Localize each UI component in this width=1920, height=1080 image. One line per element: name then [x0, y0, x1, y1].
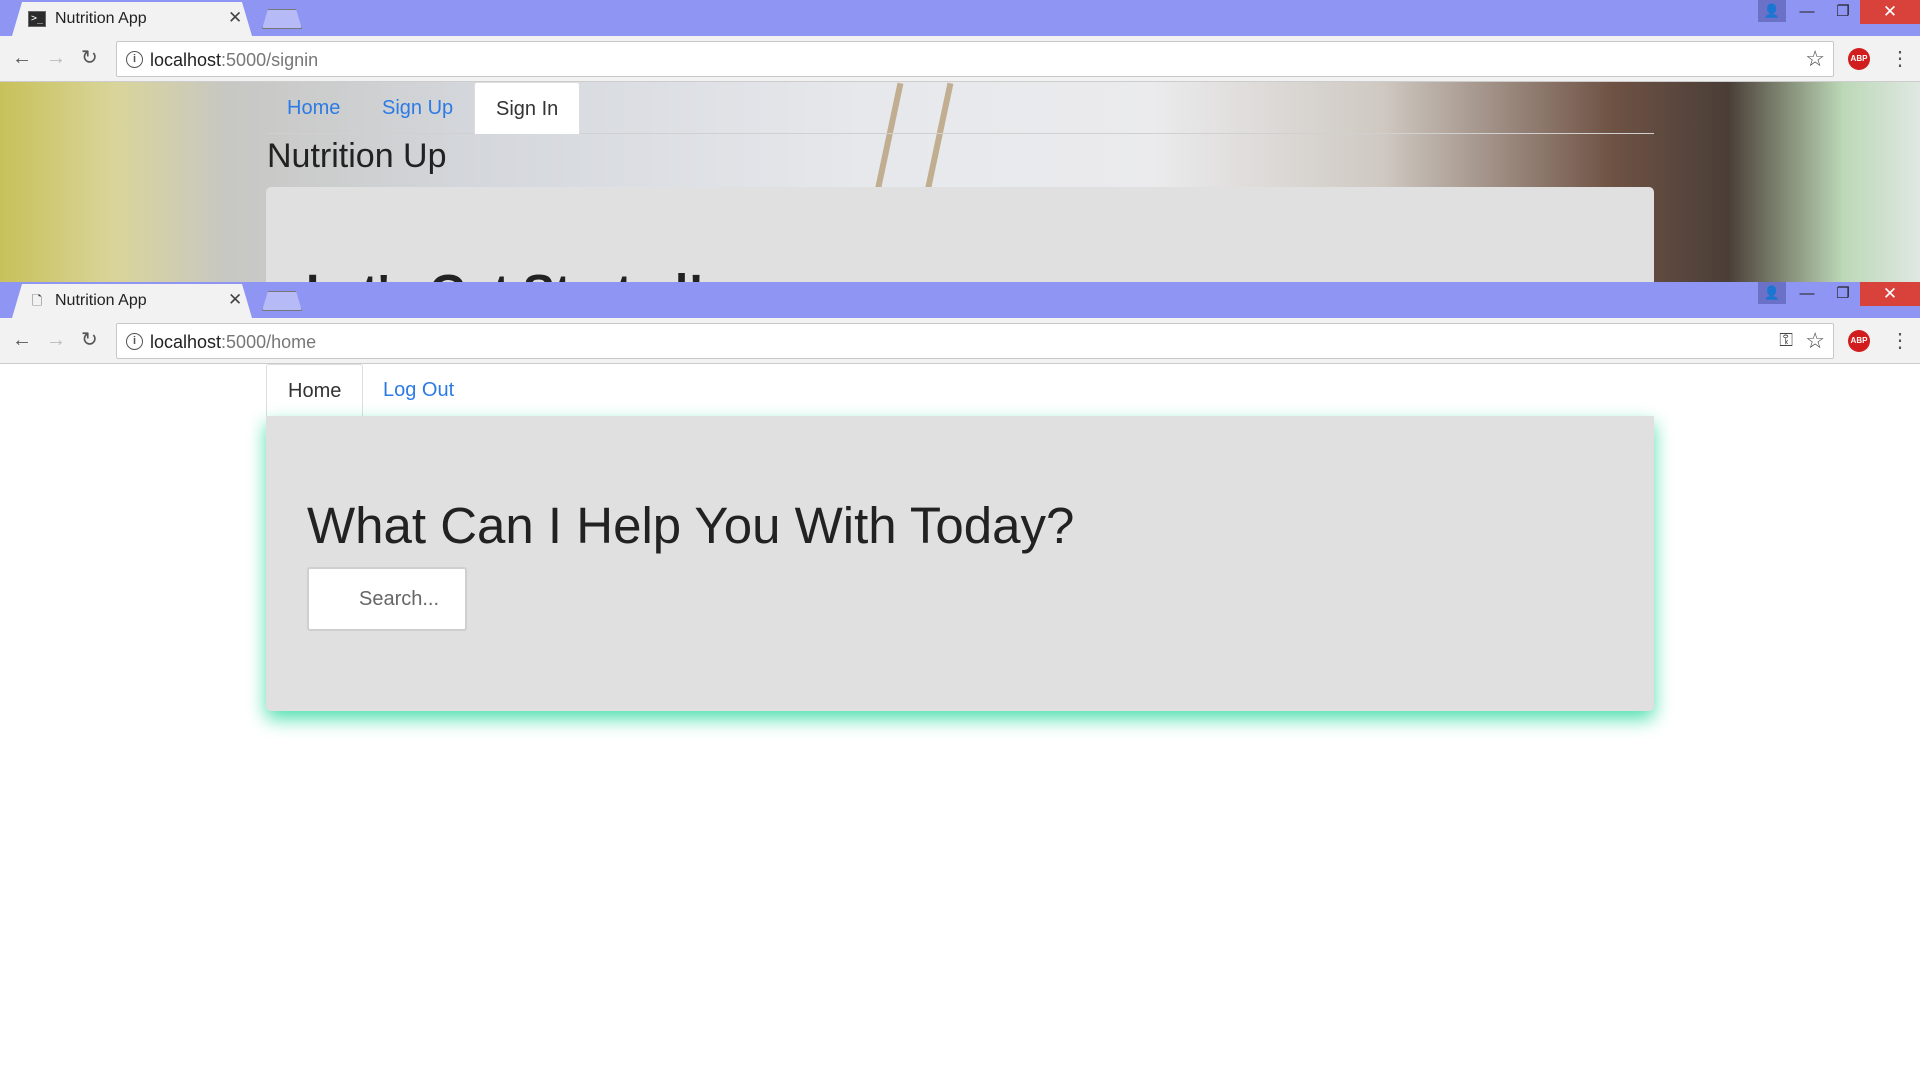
- url-path: :5000/home: [221, 332, 317, 352]
- url-text: localhost:5000/signin: [150, 50, 318, 71]
- signin-page: Home Sign Up Sign In Nutrition Up Let's …: [0, 82, 1920, 282]
- browser-window-signin: >_ Nutrition App ✕ 👤 — ❐ ✕ ← → ↻ i local…: [0, 0, 1920, 282]
- info-icon[interactable]: i: [126, 51, 143, 68]
- title-bar: 🗋 Nutrition App ✕ 👤 — ❐ ✕: [0, 282, 1920, 318]
- tab-sign-in[interactable]: Sign In: [474, 82, 581, 134]
- browser-menu-icon[interactable]: ⋮: [1890, 46, 1910, 71]
- browser-tab[interactable]: 🗋 Nutrition App ✕: [12, 284, 252, 318]
- browser-toolbar: ← → ↻ i localhost:5000/home ⚿ ☆ ABP ⋮: [0, 318, 1920, 364]
- maximize-button[interactable]: ❐: [1822, 282, 1864, 306]
- brand-title: Nutrition Up: [267, 137, 447, 175]
- search-input[interactable]: [307, 567, 467, 631]
- title-bar: >_ Nutrition App ✕ 👤 — ❐ ✕: [0, 0, 1920, 36]
- maximize-button[interactable]: ❐: [1822, 0, 1864, 24]
- tab-sign-up[interactable]: Sign Up: [361, 82, 474, 134]
- back-arrow-icon[interactable]: ←: [12, 46, 32, 70]
- tab-close-icon[interactable]: ✕: [228, 8, 242, 28]
- forward-arrow-icon[interactable]: →: [46, 46, 66, 70]
- new-tab-button[interactable]: [262, 291, 302, 311]
- help-card: What Can I Help You With Today?: [266, 416, 1654, 711]
- tab-log-out[interactable]: Log Out: [362, 364, 475, 416]
- bookmark-star-icon[interactable]: ☆: [1805, 46, 1825, 72]
- nav-tabs: Home Log Out: [266, 364, 1654, 416]
- url-host: localhost: [150, 50, 222, 70]
- address-bar[interactable]: i localhost:5000/signin ☆: [116, 41, 1834, 77]
- reload-icon[interactable]: ↻: [81, 328, 98, 352]
- close-window-button[interactable]: ✕: [1860, 282, 1920, 306]
- profile-icon[interactable]: 👤: [1758, 0, 1786, 22]
- browser-window-home: 🗋 Nutrition App ✕ 👤 — ❐ ✕ ← → ↻ i localh…: [0, 282, 1920, 1080]
- tab-close-icon[interactable]: ✕: [228, 290, 242, 310]
- card-heading: Let's Get Started!: [306, 265, 704, 282]
- adblock-icon[interactable]: ABP: [1848, 330, 1870, 352]
- tab-home[interactable]: Home: [266, 364, 364, 416]
- forward-arrow-icon[interactable]: →: [46, 328, 66, 352]
- new-tab-button[interactable]: [262, 9, 302, 29]
- url-text: localhost:5000/home: [150, 332, 316, 353]
- browser-toolbar: ← → ↻ i localhost:5000/signin ☆ ABP ⋮: [0, 36, 1920, 82]
- adblock-icon[interactable]: ABP: [1848, 48, 1870, 70]
- info-icon[interactable]: i: [126, 333, 143, 350]
- profile-icon[interactable]: 👤: [1758, 282, 1786, 304]
- browser-menu-icon[interactable]: ⋮: [1890, 328, 1910, 353]
- reload-icon[interactable]: ↻: [81, 46, 98, 70]
- tab-home[interactable]: Home: [266, 82, 361, 134]
- page-favicon-icon: 🗋: [31, 293, 43, 308]
- bookmark-star-icon[interactable]: ☆: [1805, 328, 1825, 354]
- nav-tabs: Home Sign Up Sign In: [266, 82, 1654, 134]
- close-window-button[interactable]: ✕: [1860, 0, 1920, 24]
- tab-title: Nutrition App: [55, 292, 147, 309]
- url-path: :5000/signin: [221, 50, 319, 70]
- address-bar[interactable]: i localhost:5000/home ⚿ ☆: [116, 323, 1834, 359]
- signin-card: Let's Get Started!: [266, 187, 1654, 282]
- terminal-favicon-icon: >_: [28, 11, 46, 27]
- browser-tab[interactable]: >_ Nutrition App ✕: [12, 2, 252, 36]
- back-arrow-icon[interactable]: ←: [12, 328, 32, 352]
- key-icon[interactable]: ⚿: [1779, 330, 1793, 351]
- card-heading: What Can I Help You With Today?: [307, 497, 1075, 554]
- url-host: localhost: [150, 332, 222, 352]
- tab-title: Nutrition App: [55, 10, 147, 27]
- home-page: Home Log Out What Can I Help You With To…: [0, 364, 1920, 1080]
